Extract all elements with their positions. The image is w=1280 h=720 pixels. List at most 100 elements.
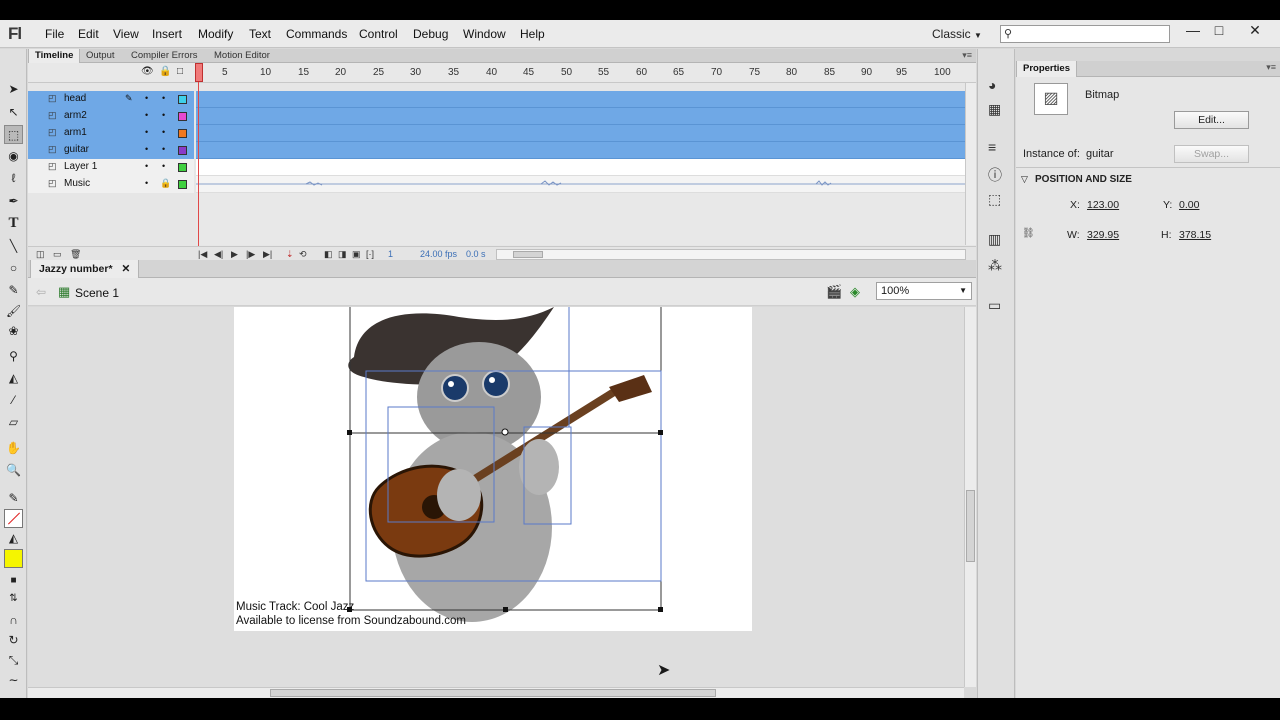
loop-icon[interactable]: ⟲ xyxy=(299,249,307,260)
pencil-tool-icon[interactable]: ✎ xyxy=(4,281,23,300)
close-button[interactable]: ✕ xyxy=(1242,22,1268,40)
eye-icon[interactable]: 👁 xyxy=(141,66,154,77)
visibility-dot[interactable]: • xyxy=(145,110,148,120)
layer-row-arm2[interactable]: ◰ arm2 • • xyxy=(28,108,194,125)
bone-tool-icon[interactable]: ⚲ xyxy=(4,347,23,366)
scroll-thumb[interactable] xyxy=(513,251,543,258)
frames-head[interactable] xyxy=(196,91,965,108)
menu-help[interactable]: Help xyxy=(520,27,545,41)
lock-dot[interactable]: • xyxy=(162,127,165,137)
center-frame-icon[interactable]: ⇣ xyxy=(286,249,294,260)
menu-commands[interactable]: Commands xyxy=(286,27,347,41)
frame-rate[interactable]: 24.00 fps xyxy=(420,249,457,259)
components-panel-icon[interactable]: ⁂ xyxy=(988,257,1002,274)
timeline-horizontal-scrollbar[interactable] xyxy=(496,249,966,260)
frames-arm2[interactable] xyxy=(196,108,965,125)
trash-icon[interactable]: 🗑 xyxy=(70,249,81,260)
zoom-tool-icon[interactable]: 🔍 xyxy=(4,461,23,480)
back-arrow-icon[interactable]: ⇦ xyxy=(36,285,46,299)
close-tab-icon[interactable]: ✕ xyxy=(121,263,130,275)
menu-edit[interactable]: Edit xyxy=(78,27,99,41)
layer-row-music[interactable]: ◰ Music • 🔒 xyxy=(28,176,194,193)
lasso-tool-icon[interactable]: ℓ xyxy=(4,169,23,188)
lock-icon[interactable]: 🔒 xyxy=(159,66,171,77)
layer-color-swatch[interactable] xyxy=(178,95,187,104)
frames-arm1[interactable] xyxy=(196,125,965,142)
workspace-switcher[interactable]: Classic ▼ xyxy=(932,27,982,41)
onion-skin-icon[interactable]: ◧ xyxy=(324,249,333,260)
smooth-icon[interactable]: ∼ xyxy=(4,671,23,690)
layer-color-swatch[interactable] xyxy=(178,163,187,172)
pen-tool-icon[interactable]: ✒ xyxy=(4,192,23,211)
lock-dot[interactable]: • xyxy=(162,110,165,120)
fill-color-swatch[interactable] xyxy=(4,549,23,568)
tab-compiler-errors[interactable]: Compiler Errors xyxy=(125,49,204,63)
paint-bucket-tool-icon[interactable]: ◭ xyxy=(4,369,23,388)
visibility-dot[interactable]: • xyxy=(145,144,148,154)
frames-layer-1[interactable] xyxy=(196,159,965,176)
visibility-dot[interactable]: • xyxy=(145,178,148,188)
eyedropper-tool-icon[interactable]: ⁄ xyxy=(4,391,23,410)
lock-icon[interactable]: 🔒 xyxy=(160,178,171,189)
new-folder-icon[interactable]: ▭ xyxy=(53,249,62,260)
tab-properties[interactable]: Properties xyxy=(1016,61,1077,77)
panel-menu-icon[interactable]: ▾≡ xyxy=(1266,62,1276,73)
lock-dot[interactable]: • xyxy=(162,161,165,171)
frames-guitar[interactable] xyxy=(196,142,965,159)
x-value[interactable]: 123.00 xyxy=(1087,199,1119,211)
layer-color-swatch[interactable] xyxy=(178,146,187,155)
layer-row-arm1[interactable]: ◰ arm1 • • xyxy=(28,125,194,142)
elapsed-time[interactable]: 0.0 s xyxy=(466,249,486,259)
subselection-tool-icon[interactable]: ↖ xyxy=(4,103,23,122)
outline-icon[interactable]: □ xyxy=(177,66,183,77)
stroke-color-swatch[interactable] xyxy=(4,509,23,528)
menu-insert[interactable]: Insert xyxy=(152,27,182,41)
step-back-icon[interactable]: ◀| xyxy=(214,249,223,260)
swap-button[interactable]: Swap... xyxy=(1174,145,1249,163)
stage[interactable]: Music Track: Cool Jazz Available to lice… xyxy=(234,307,752,631)
edit-scene-icon[interactable]: 🎬 xyxy=(826,284,842,300)
h-value[interactable]: 378.15 xyxy=(1179,229,1211,241)
document-tab[interactable]: Jazzy number* ✕ xyxy=(30,260,140,278)
link-proportions-icon[interactable]: ⛓ xyxy=(1022,228,1035,239)
layer-row-layer-1[interactable]: ◰ Layer 1 • • xyxy=(28,159,194,176)
modify-markers-icon[interactable]: [·] xyxy=(366,249,374,259)
rotate-skew-icon[interactable]: ↻ xyxy=(4,631,23,650)
layer-color-swatch[interactable] xyxy=(178,180,187,189)
snap-to-objects-icon[interactable]: ∩ xyxy=(4,611,23,630)
library-panel-icon[interactable]: ▥ xyxy=(988,231,1001,248)
menu-window[interactable]: Window xyxy=(463,27,506,41)
3d-rotation-tool-icon[interactable]: ◉ xyxy=(4,147,23,166)
layer-color-swatch[interactable] xyxy=(178,112,187,121)
motion-presets-panel-icon[interactable]: ▭ xyxy=(988,297,1001,314)
lock-dot[interactable]: • xyxy=(162,144,165,154)
menu-view[interactable]: View xyxy=(113,27,139,41)
scroll-thumb[interactable] xyxy=(270,689,716,697)
onion-outlines-icon[interactable]: ◨ xyxy=(338,249,347,260)
new-layer-icon[interactable]: ◫ xyxy=(36,249,45,260)
scale-icon[interactable]: ⤡ xyxy=(4,651,23,670)
timeline-vertical-scrollbar[interactable] xyxy=(965,83,976,245)
zoom-select[interactable]: 100% ▼ xyxy=(876,282,972,300)
panel-menu-icon[interactable]: ▾≡ xyxy=(962,50,972,61)
menu-control[interactable]: Control xyxy=(359,27,398,41)
free-transform-tool-icon[interactable]: ⬚ xyxy=(4,125,23,144)
stage-vertical-scrollbar[interactable] xyxy=(964,307,976,687)
menu-text[interactable]: Text xyxy=(249,27,271,41)
line-tool-icon[interactable]: ╲ xyxy=(4,237,23,256)
search-input[interactable]: ⚲ xyxy=(1000,25,1170,43)
selection-tool-icon[interactable]: ➤ xyxy=(4,80,23,99)
tab-motion-editor[interactable]: Motion Editor xyxy=(208,49,276,63)
oval-tool-icon[interactable]: ○ xyxy=(4,259,23,278)
playhead[interactable] xyxy=(195,63,203,82)
tab-timeline[interactable]: Timeline xyxy=(28,49,81,63)
swatches-panel-icon[interactable]: ▦ xyxy=(988,101,1001,118)
menu-modify[interactable]: Modify xyxy=(198,27,233,41)
w-value[interactable]: 329.95 xyxy=(1087,229,1119,241)
align-panel-icon[interactable]: ≡ xyxy=(988,139,996,155)
hand-tool-icon[interactable]: ✋ xyxy=(4,439,23,458)
visibility-dot[interactable]: • xyxy=(145,161,148,171)
edit-button[interactable]: Edit... xyxy=(1174,111,1249,129)
transform-panel-icon[interactable]: ⬚ xyxy=(988,191,1001,208)
layer-row-guitar[interactable]: ◰ guitar • • xyxy=(28,142,194,159)
